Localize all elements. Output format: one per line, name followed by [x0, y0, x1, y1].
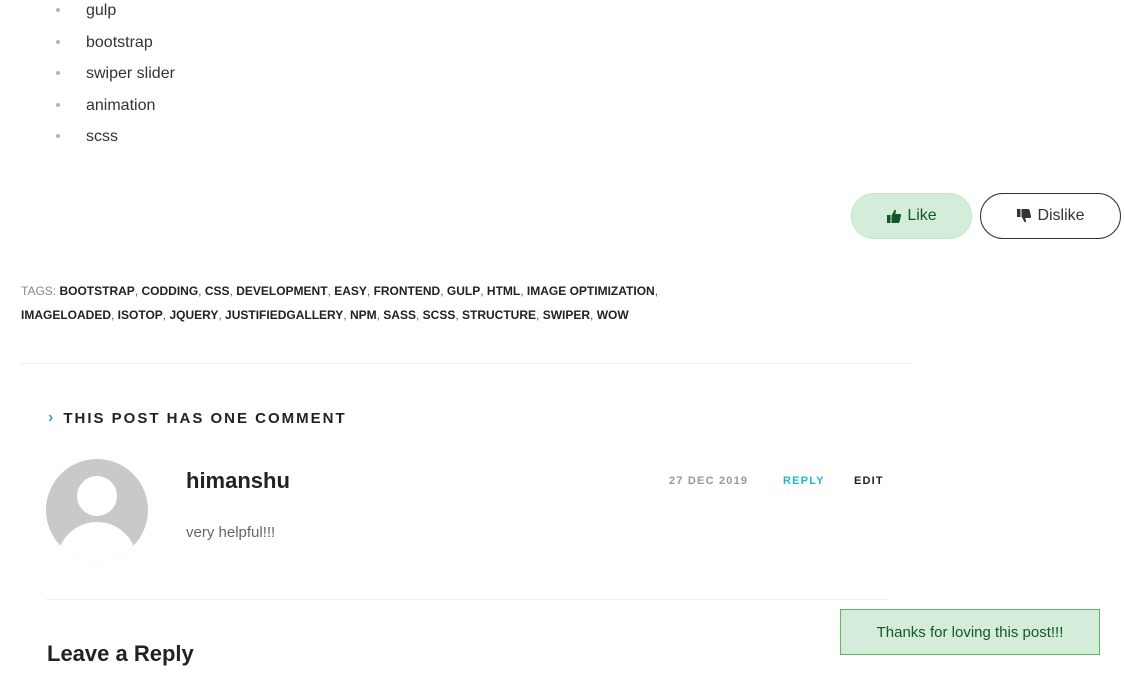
comment-text: very helpful!!! — [186, 524, 276, 541]
thumbs-up-icon — [887, 209, 902, 223]
chevron-right-icon: › — [48, 409, 54, 426]
bullet-icon — [56, 71, 60, 75]
like-button[interactable]: Like — [851, 193, 972, 239]
tags-label: TAGS: — [21, 284, 57, 298]
tag-link[interactable]: HTML — [487, 284, 520, 298]
tag-link[interactable]: IMAGELOADED — [21, 308, 111, 322]
tag-link[interactable]: CSS — [205, 284, 230, 298]
toast-notification: Thanks for loving this post!!! — [840, 609, 1100, 655]
tag-link[interactable]: SASS — [383, 308, 416, 322]
list-item: gulp — [54, 0, 175, 32]
like-label: Like — [907, 207, 937, 224]
list-item: bootstrap — [54, 32, 175, 64]
tag-link[interactable]: GULP — [447, 284, 480, 298]
dislike-label: Dislike — [1037, 207, 1085, 224]
avatar-head-shape — [77, 476, 117, 516]
thumbs-down-icon — [1017, 209, 1032, 223]
tag-link[interactable]: JUSTIFIEDGALLERY — [225, 308, 343, 322]
tag-link[interactable]: FRONTEND — [374, 284, 441, 298]
tag-link[interactable]: IMAGE OPTIMIZATION — [527, 284, 655, 298]
comments-heading: › THIS POST HAS ONE COMMENT — [48, 409, 347, 427]
comments-heading-text: THIS POST HAS ONE COMMENT — [63, 409, 347, 427]
tag-link[interactable]: NPM — [350, 308, 377, 322]
divider — [21, 363, 912, 364]
divider — [46, 599, 888, 600]
tag-link[interactable]: WOW — [597, 308, 629, 322]
list-item: scss — [54, 126, 175, 158]
comment-author[interactable]: himanshu — [186, 468, 290, 494]
bullet-icon — [56, 134, 60, 138]
edit-link[interactable]: EDIT — [854, 475, 884, 487]
comment-date: 27 DEC 2019 — [669, 475, 749, 487]
tag-link[interactable]: SWIPER — [543, 308, 590, 322]
post-tags: TAGS: BOOTSTRAP, CODDING, CSS, DEVELOPME… — [21, 284, 659, 322]
list-item: swiper slider — [54, 63, 175, 95]
feature-list: gulp bootstrap swiper slider animation s… — [54, 0, 175, 158]
tag-link[interactable]: EASY — [334, 284, 367, 298]
tag-link[interactable]: DEVELOPMENT — [236, 284, 327, 298]
tag-link[interactable]: CODDING — [141, 284, 198, 298]
avatar — [46, 459, 148, 561]
list-item: animation — [54, 95, 175, 127]
bullet-icon — [56, 8, 60, 12]
tag-link[interactable]: JQUERY — [169, 308, 218, 322]
bullet-icon — [56, 102, 60, 107]
tag-link[interactable]: SCSS — [423, 308, 456, 322]
tag-link[interactable]: STRUCTURE — [462, 308, 536, 322]
toast-message: Thanks for loving this post!!! — [876, 623, 1064, 641]
leave-reply-heading: Leave a Reply — [47, 641, 194, 666]
tag-link[interactable]: BOOTSTRAP — [59, 284, 134, 298]
dislike-button[interactable]: Dislike — [980, 193, 1121, 239]
reply-link[interactable]: REPLY — [783, 475, 825, 487]
tag-link[interactable]: ISOTOP — [118, 308, 163, 322]
bullet-icon — [56, 39, 60, 44]
avatar-body-shape — [57, 522, 137, 561]
